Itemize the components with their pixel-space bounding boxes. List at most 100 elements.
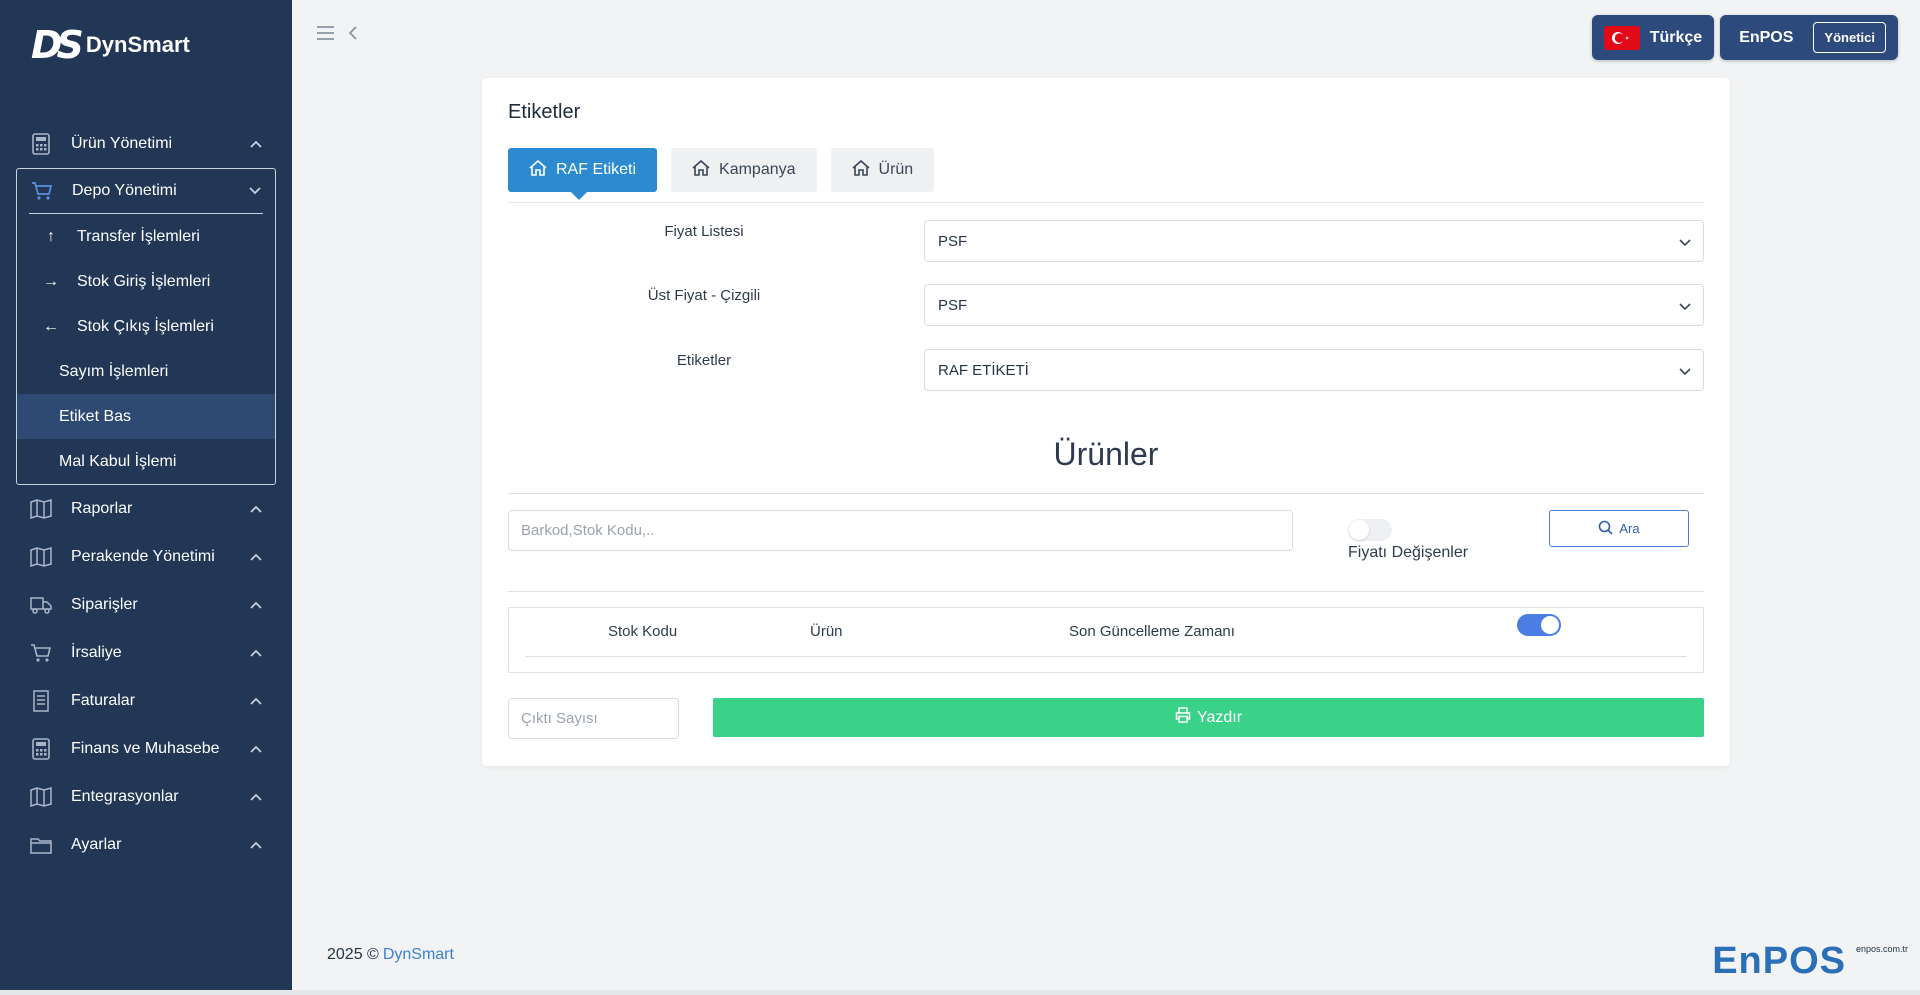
sidebar-item-perakende[interactable]: Perakende Yönetimi — [16, 533, 276, 581]
logo-mark: DS — [31, 23, 84, 67]
select-all-toggle[interactable] — [1517, 614, 1561, 636]
sidebar-subitem-etiket-bas[interactable]: Etiket Bas — [17, 394, 275, 439]
tab-label: Kampanya — [719, 161, 796, 178]
calculator-icon — [30, 738, 52, 760]
print-button-label: Yazdır — [1196, 708, 1243, 726]
price-list-select[interactable]: PSF — [924, 220, 1704, 262]
page-title: Etiketler — [508, 101, 581, 123]
products-table: Stok Kodu Ürün Son Güncelleme Zamanı — [508, 607, 1704, 673]
labels-label: Etiketler — [676, 352, 732, 369]
sidebar-subitem-label: Stok Çıkış İşlemleri — [77, 317, 214, 335]
search-icon — [1598, 520, 1613, 538]
upper-price-select[interactable]: PSF — [924, 284, 1704, 326]
labels-select[interactable]: RAF ETİKETİ — [924, 349, 1704, 391]
bottom-strip — [0, 990, 1920, 995]
barcode-search-input[interactable]: Barkod,Stok Kodu,.. — [508, 510, 1293, 551]
chevron-up-icon — [248, 789, 264, 805]
select-value: RAF ETİKETİ — [938, 361, 1029, 379]
printer-icon — [1175, 707, 1191, 728]
price-changed-toggle[interactable] — [1348, 519, 1392, 541]
sidebar-subitem-sayim[interactable]: Sayım İşlemleri — [17, 349, 275, 394]
chevron-left-icon[interactable] — [348, 26, 357, 45]
enpos-brand: EnPOS enpos.com.tr — [1712, 940, 1908, 982]
cart-icon — [31, 180, 53, 202]
sidebar-nav: Ürün Yönetimi Depo Yönetimi ↑ Transfer İ… — [16, 120, 276, 869]
select-value: PSF — [938, 296, 968, 314]
print-count-input[interactable]: Çıktı Sayısı — [508, 698, 679, 739]
etiketler-card: Etiketler RAF Etiketi Kampanya Ürün Fiya… — [482, 78, 1730, 766]
sidebar-item-depo-yonetimi[interactable]: Depo Yönetimi — [17, 169, 275, 213]
chevron-down-icon — [247, 183, 263, 199]
footer: 2025 © DynSmart — [327, 946, 454, 964]
column-header-son-guncelleme[interactable]: Son Güncelleme Zamanı — [1069, 623, 1235, 640]
search-button[interactable]: Ara — [1549, 510, 1689, 547]
cart-icon — [30, 642, 52, 664]
sidebar-item-label: Perakende Yönetimi — [71, 548, 215, 565]
products-heading: Ürünler — [1053, 436, 1159, 472]
tab-kampanya[interactable]: Kampanya — [671, 148, 817, 192]
upper-price-row: Üst Fiyat - Çizgili PSF — [508, 284, 1704, 326]
print-button[interactable]: Yazdır — [713, 698, 1704, 737]
language-button[interactable]: Türkçe — [1591, 15, 1715, 60]
sidebar-item-entegrasyonlar[interactable]: Entegrasyonlar — [16, 773, 276, 821]
footer-link[interactable]: DynSmart — [383, 946, 454, 963]
top-right-controls: Türkçe EnPOS Yönetici — [1591, 15, 1898, 60]
tab-urun[interactable]: Ürün — [830, 148, 935, 192]
sidebar-subitem-label: Etiket Bas — [59, 407, 132, 425]
tab-raf-etiketi[interactable]: RAF Etiketi — [508, 148, 658, 200]
sidebar-item-label: Ürün Yönetimi — [71, 135, 173, 152]
sidebar-item-ayarlar[interactable]: Ayarlar — [16, 821, 276, 869]
map-icon — [30, 546, 52, 568]
column-header-urun[interactable]: Ürün — [810, 623, 843, 640]
truck-icon — [30, 594, 52, 616]
chevron-up-icon — [248, 837, 264, 853]
sidebar-item-faturalar[interactable]: Faturalar — [16, 677, 276, 725]
sidebar-item-label: Finans ve Muhasebe — [71, 740, 220, 757]
logo[interactable]: DS DynSmart — [31, 26, 190, 64]
sidebar-item-urun-yonetimi[interactable]: Ürün Yönetimi — [16, 120, 276, 168]
chevron-up-icon — [248, 501, 264, 517]
company-name: EnPOS — [1739, 28, 1794, 46]
price-list-label: Fiyat Listesi — [664, 223, 744, 240]
home-icon — [529, 159, 547, 181]
chevron-up-icon — [248, 693, 264, 709]
sidebar-subitem-stok-cikis[interactable]: ← Stok Çıkış İşlemleri — [17, 304, 275, 349]
tab-label: RAF Etiketi — [556, 161, 637, 178]
sidebar-item-siparisler[interactable]: Siparişler — [16, 581, 276, 629]
chevron-up-icon — [248, 645, 264, 661]
tab-label: Ürün — [878, 161, 914, 178]
sidebar-item-label: Depo Yönetimi — [72, 182, 177, 199]
sidebar-subitem-label: Sayım İşlemleri — [59, 362, 169, 380]
toggle-knob — [1349, 520, 1369, 540]
map-icon — [30, 498, 52, 520]
logo-text: DynSmart — [85, 32, 190, 57]
user-menu-button[interactable]: EnPOS Yönetici — [1720, 15, 1898, 60]
sidebar-group-depo: Depo Yönetimi ↑ Transfer İşlemleri → Sto… — [16, 168, 276, 485]
tab-bar: RAF Etiketi Kampanya Ürün — [508, 148, 935, 200]
sidebar-subitem-stok-giris[interactable]: → Stok Giriş İşlemleri — [17, 259, 275, 304]
sidebar-subitem-mal-kabul[interactable]: Mal Kabul İşlemi — [17, 439, 275, 484]
sidebar-subitem-label: Transfer İşlemleri — [77, 227, 200, 245]
sidebar-item-label: Raporlar — [71, 500, 133, 517]
folder-icon — [30, 834, 52, 856]
divider — [508, 591, 1704, 592]
calculator-icon — [30, 133, 52, 155]
divider — [525, 656, 1687, 657]
sidebar-item-finans[interactable]: Finans ve Muhasebe — [16, 725, 276, 773]
divider — [508, 493, 1704, 494]
sidebar-subitem-transfer[interactable]: ↑ Transfer İşlemleri — [17, 214, 275, 259]
receipt-icon — [30, 690, 52, 712]
chevron-up-icon — [248, 136, 264, 152]
hamburger-icon[interactable] — [316, 26, 335, 45]
column-header-stok-kodu[interactable]: Stok Kodu — [608, 623, 677, 640]
arrow-up-icon: ↑ — [47, 227, 55, 245]
sidebar: DS DynSmart Ürün Yönetimi Depo Yönetimi … — [0, 0, 292, 990]
sidebar-item-label: Entegrasyonlar — [71, 788, 179, 805]
sidebar-item-label: İrsaliye — [71, 644, 122, 661]
copyright-text: 2025 © — [327, 946, 379, 963]
sidebar-item-raporlar[interactable]: Raporlar — [16, 485, 276, 533]
brand-logo-text: EnPOS — [1712, 940, 1846, 982]
sidebar-item-irsaliye[interactable]: İrsaliye — [16, 629, 276, 677]
toggle-knob — [1541, 616, 1559, 634]
arrow-right-icon: → — [43, 272, 59, 290]
